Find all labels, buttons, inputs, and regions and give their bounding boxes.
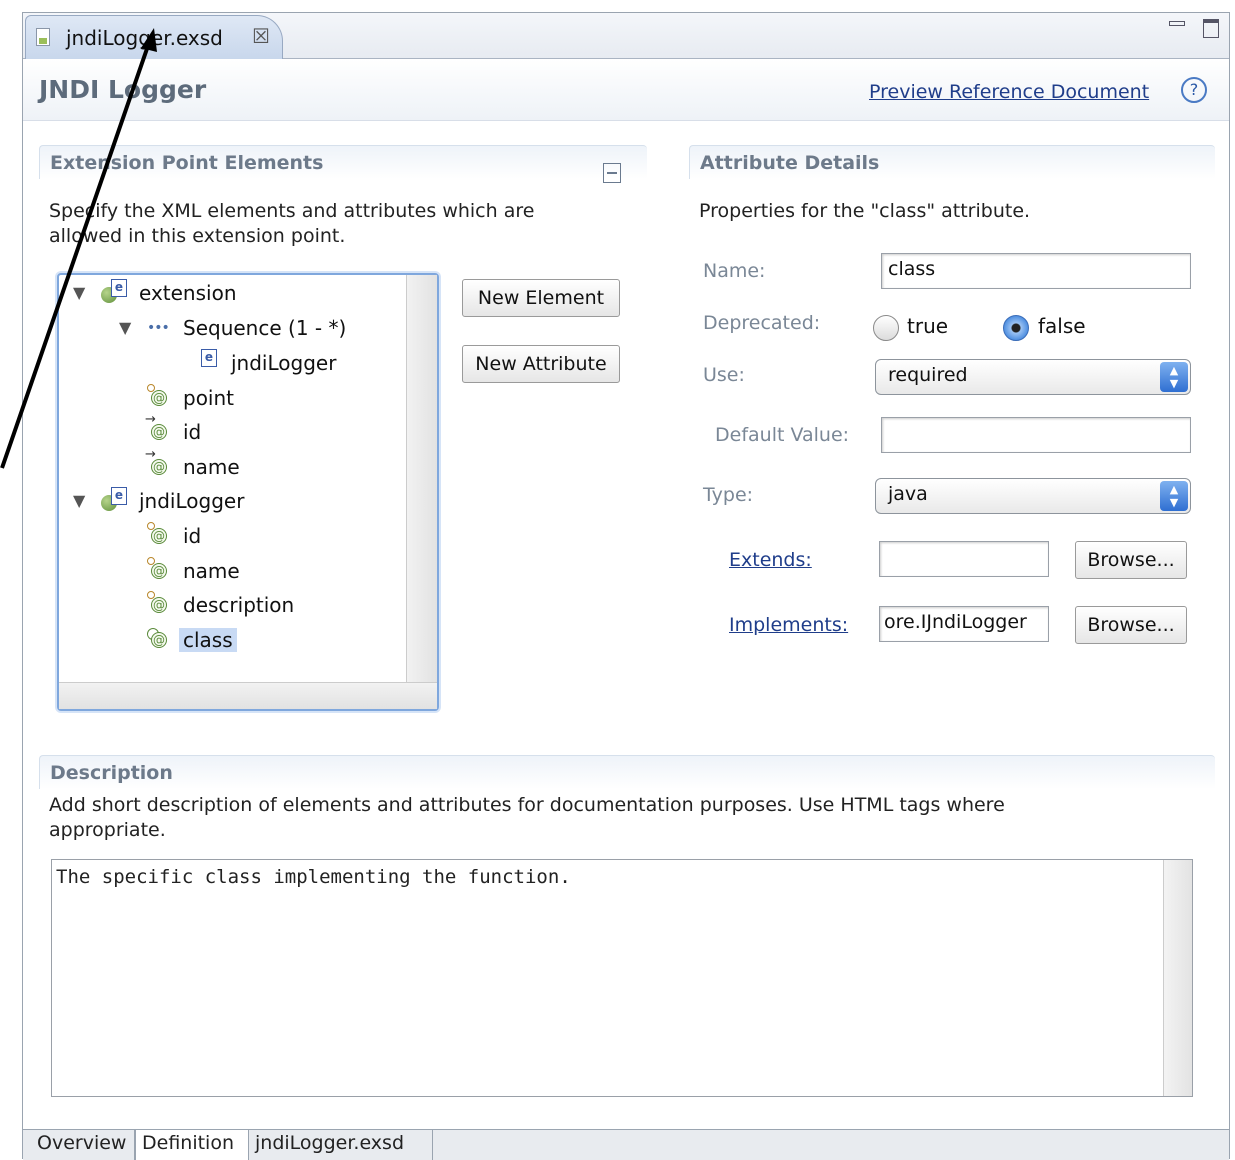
- name-label: Name:: [703, 260, 766, 282]
- attribute-icon: @: [147, 384, 169, 410]
- type-select-value: java: [888, 483, 928, 505]
- use-select-value: required: [888, 364, 968, 386]
- description-text: The specific class implementing the func…: [56, 866, 571, 888]
- expand-triangle-icon[interactable]: ▼: [73, 283, 85, 302]
- tree-vertical-scrollbar[interactable]: [406, 275, 437, 685]
- window-controls: [1169, 19, 1219, 43]
- attribute-icon: @: [147, 591, 169, 617]
- extends-browse-button[interactable]: Browse...: [1075, 541, 1187, 579]
- element-icon: e: [101, 487, 127, 513]
- preview-reference-link[interactable]: Preview Reference Document: [869, 81, 1149, 103]
- description-hint-line1: Add short description of elements and at…: [49, 794, 1005, 816]
- extends-link[interactable]: Extends:: [729, 549, 812, 571]
- tree-item-label: name: [183, 455, 240, 479]
- description-scrollbar[interactable]: [1163, 860, 1192, 1096]
- page-title: JNDI Logger: [39, 75, 207, 104]
- expand-triangle-icon[interactable]: ▼: [119, 318, 131, 337]
- attribute-reference-icon: → @: [145, 412, 167, 440]
- maximize-icon[interactable]: [1203, 19, 1219, 38]
- collapse-all-icon[interactable]: [603, 163, 621, 183]
- attribute-details-description: Properties for the "class" attribute.: [699, 200, 1031, 222]
- deprecated-true-radio[interactable]: [873, 315, 899, 341]
- tree-item-label: jndiLogger: [231, 351, 337, 375]
- default-value-label: Default Value:: [715, 424, 850, 446]
- tree-item-label: point: [183, 386, 235, 410]
- tab-source[interactable]: jndiLogger.exsd: [249, 1130, 433, 1160]
- select-arrows-icon: ▲ ▼: [1160, 362, 1188, 392]
- description-header[interactable]: Description: [39, 755, 1215, 789]
- section-description-line2: allowed in this extension point.: [49, 225, 346, 247]
- help-icon[interactable]: ?: [1181, 77, 1207, 103]
- attribute-reference-icon: → @: [145, 447, 167, 475]
- section-title: Description: [50, 762, 173, 784]
- type-label: Type:: [703, 484, 754, 506]
- implements-link[interactable]: Implements:: [729, 614, 848, 636]
- attribute-icon: @: [147, 522, 169, 548]
- section-title: Attribute Details: [700, 152, 880, 174]
- editor-tab-jndilogger[interactable]: jndiLogger.exsd ☒: [25, 15, 283, 59]
- use-select[interactable]: required ▲ ▼: [875, 359, 1191, 395]
- close-icon[interactable]: ☒: [252, 24, 270, 48]
- description-textarea[interactable]: The specific class implementing the func…: [51, 859, 1193, 1097]
- tree-item-label: Sequence (1 - *): [183, 316, 347, 340]
- expand-triangle-icon[interactable]: ▼: [73, 491, 85, 510]
- new-element-button[interactable]: New Element: [462, 279, 620, 317]
- name-field[interactable]: class: [881, 253, 1191, 289]
- new-attribute-button[interactable]: New Attribute: [462, 345, 620, 383]
- use-label: Use:: [703, 364, 745, 386]
- tab-overview[interactable]: Overview: [31, 1130, 135, 1160]
- tree-item-label: id: [183, 524, 202, 548]
- java-attribute-icon: @: [147, 628, 169, 652]
- element-icon: e: [101, 279, 127, 305]
- deprecated-true-label: true: [907, 314, 949, 338]
- section-description-line1: Specify the XML elements and attributes …: [49, 200, 535, 222]
- extends-field[interactable]: [879, 541, 1049, 577]
- sequence-icon: •••: [147, 320, 170, 336]
- deprecated-label: Deprecated:: [703, 312, 821, 334]
- tree-horizontal-scrollbar[interactable]: [59, 682, 437, 709]
- attribute-details-header[interactable]: Attribute Details: [689, 145, 1215, 179]
- tree-item-label-selected: class: [179, 628, 237, 652]
- implements-field[interactable]: ore.IJndiLogger: [879, 606, 1049, 642]
- type-select[interactable]: java ▲ ▼: [875, 478, 1191, 514]
- elements-tree[interactable]: ▼ e extension ▼ ••• Sequence (1 - *) e j…: [57, 273, 439, 711]
- minimize-icon[interactable]: [1169, 21, 1186, 26]
- file-icon: [36, 28, 50, 46]
- tab-definition[interactable]: Definition: [135, 1130, 249, 1160]
- form-header: JNDI Logger Preview Reference Document ?: [23, 59, 1229, 121]
- tree-item-label: name: [183, 559, 240, 583]
- deprecated-false-radio[interactable]: [1003, 315, 1029, 341]
- section-title: Extension Point Elements: [50, 152, 324, 174]
- form-page-tabs: Overview Definition jndiLogger.exsd: [23, 1129, 1229, 1160]
- element-reference-icon: e: [193, 349, 219, 375]
- select-arrows-icon: ▲ ▼: [1160, 481, 1188, 511]
- description-hint-line2: appropriate.: [49, 819, 166, 841]
- editor-tab-bar: jndiLogger.exsd ☒: [23, 13, 1229, 59]
- tree-item-label: id: [183, 420, 202, 444]
- tree-item-label: description: [183, 593, 295, 617]
- tree-item-label: extension: [139, 281, 237, 305]
- editor-window: jndiLogger.exsd ☒ JNDI Logger Preview Re…: [22, 12, 1230, 1160]
- implements-browse-button[interactable]: Browse...: [1075, 606, 1187, 644]
- tree-item-label: jndiLogger: [139, 489, 245, 513]
- extension-point-elements-header[interactable]: Extension Point Elements: [39, 145, 647, 179]
- default-value-field[interactable]: [881, 417, 1191, 453]
- attribute-icon: @: [147, 557, 169, 583]
- editor-tab-label: jndiLogger.exsd: [66, 26, 223, 50]
- deprecated-false-label: false: [1038, 314, 1086, 338]
